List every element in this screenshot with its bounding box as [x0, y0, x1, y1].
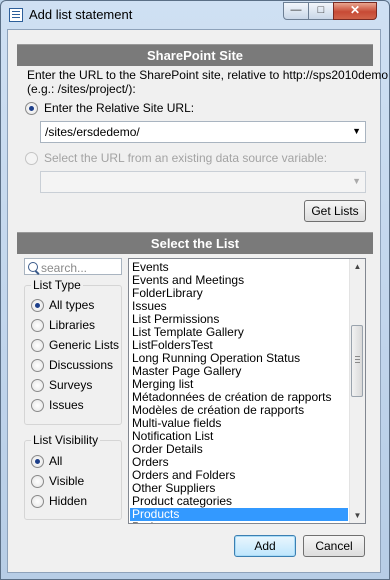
- site-description-line2: (e.g.: /sites/project/):: [27, 82, 136, 96]
- scrollbar-thumb[interactable]: [351, 325, 363, 397]
- list-item[interactable]: Projects: [132, 521, 175, 524]
- list-visibility-radio[interactable]: [31, 475, 44, 488]
- list-type-radio[interactable]: [31, 339, 44, 352]
- list-type-title: List Type: [31, 278, 83, 292]
- sharepoint-lists-listbox[interactable]: Events Events and Meetings FolderLibrary Is…: [128, 258, 366, 524]
- relative-url-option-label[interactable]: Enter the Relative Site URL:: [44, 101, 194, 115]
- search-placeholder: search...: [41, 261, 88, 275]
- select-list-header: Select the List: [17, 232, 373, 254]
- list-type-radio[interactable]: [31, 319, 44, 332]
- scroll-up-icon[interactable]: ▲: [350, 259, 365, 274]
- get-lists-button[interactable]: Get Lists: [304, 200, 366, 222]
- list-visibility-radio[interactable]: [31, 455, 44, 468]
- list-visibility-radio[interactable]: [31, 495, 44, 508]
- list-visibility-title: List Visibility: [31, 433, 101, 447]
- list-type-radio[interactable]: [31, 399, 44, 412]
- list-type-option-label[interactable]: Issues: [49, 398, 84, 412]
- relative-url-value: /sites/ersdedemo/: [45, 125, 140, 139]
- cancel-button[interactable]: Cancel: [303, 535, 365, 557]
- datasource-option-label[interactable]: Select the URL from an existing data sou…: [44, 151, 327, 165]
- list-type-radio[interactable]: [31, 299, 44, 312]
- list-type-option-label[interactable]: All types: [49, 298, 94, 312]
- search-icon: [28, 262, 38, 272]
- list-visibility-option-label[interactable]: Visible: [49, 474, 84, 488]
- list-type-radio[interactable]: [31, 359, 44, 372]
- close-button[interactable]: ✕: [333, 2, 377, 20]
- list-visibility-option-label[interactable]: All: [49, 454, 62, 468]
- maximize-icon: □: [317, 4, 325, 16]
- add-button[interactable]: Add: [234, 535, 296, 557]
- window-title: Add list statement: [29, 7, 133, 22]
- datasource-url-radio[interactable]: [25, 152, 38, 165]
- list-type-option-label[interactable]: Libraries: [49, 318, 95, 332]
- list-icon: [9, 8, 23, 22]
- relative-url-combo[interactable]: /sites/ersdedemo/ ▼: [40, 121, 366, 143]
- datasource-variable-combo[interactable]: ▼: [40, 171, 366, 193]
- site-description-line1: Enter the URL to the SharePoint site, re…: [27, 68, 389, 82]
- chevron-down-icon[interactable]: ▼: [352, 126, 361, 136]
- chevron-down-icon[interactable]: ▼: [352, 176, 361, 186]
- scroll-down-icon[interactable]: ▼: [350, 508, 365, 523]
- title-bar[interactable]: Add list statement — □ ✕: [1, 1, 389, 29]
- list-type-option-label[interactable]: Generic Lists: [49, 338, 119, 352]
- list-visibility-option-label[interactable]: Hidden: [49, 494, 87, 508]
- minimize-icon: —: [290, 4, 302, 16]
- list-type-option-label[interactable]: Discussions: [49, 358, 113, 372]
- list-type-option-label[interactable]: Surveys: [49, 378, 92, 392]
- close-icon: ✕: [349, 3, 361, 17]
- list-search-input[interactable]: search...: [24, 258, 122, 275]
- sharepoint-site-header: SharePoint Site: [17, 44, 373, 66]
- minimize-button[interactable]: —: [283, 2, 309, 20]
- list-type-radio[interactable]: [31, 379, 44, 392]
- relative-url-radio[interactable]: [25, 102, 38, 115]
- list-scrollbar[interactable]: ▲ ▼: [349, 259, 365, 523]
- maximize-button[interactable]: □: [308, 2, 334, 20]
